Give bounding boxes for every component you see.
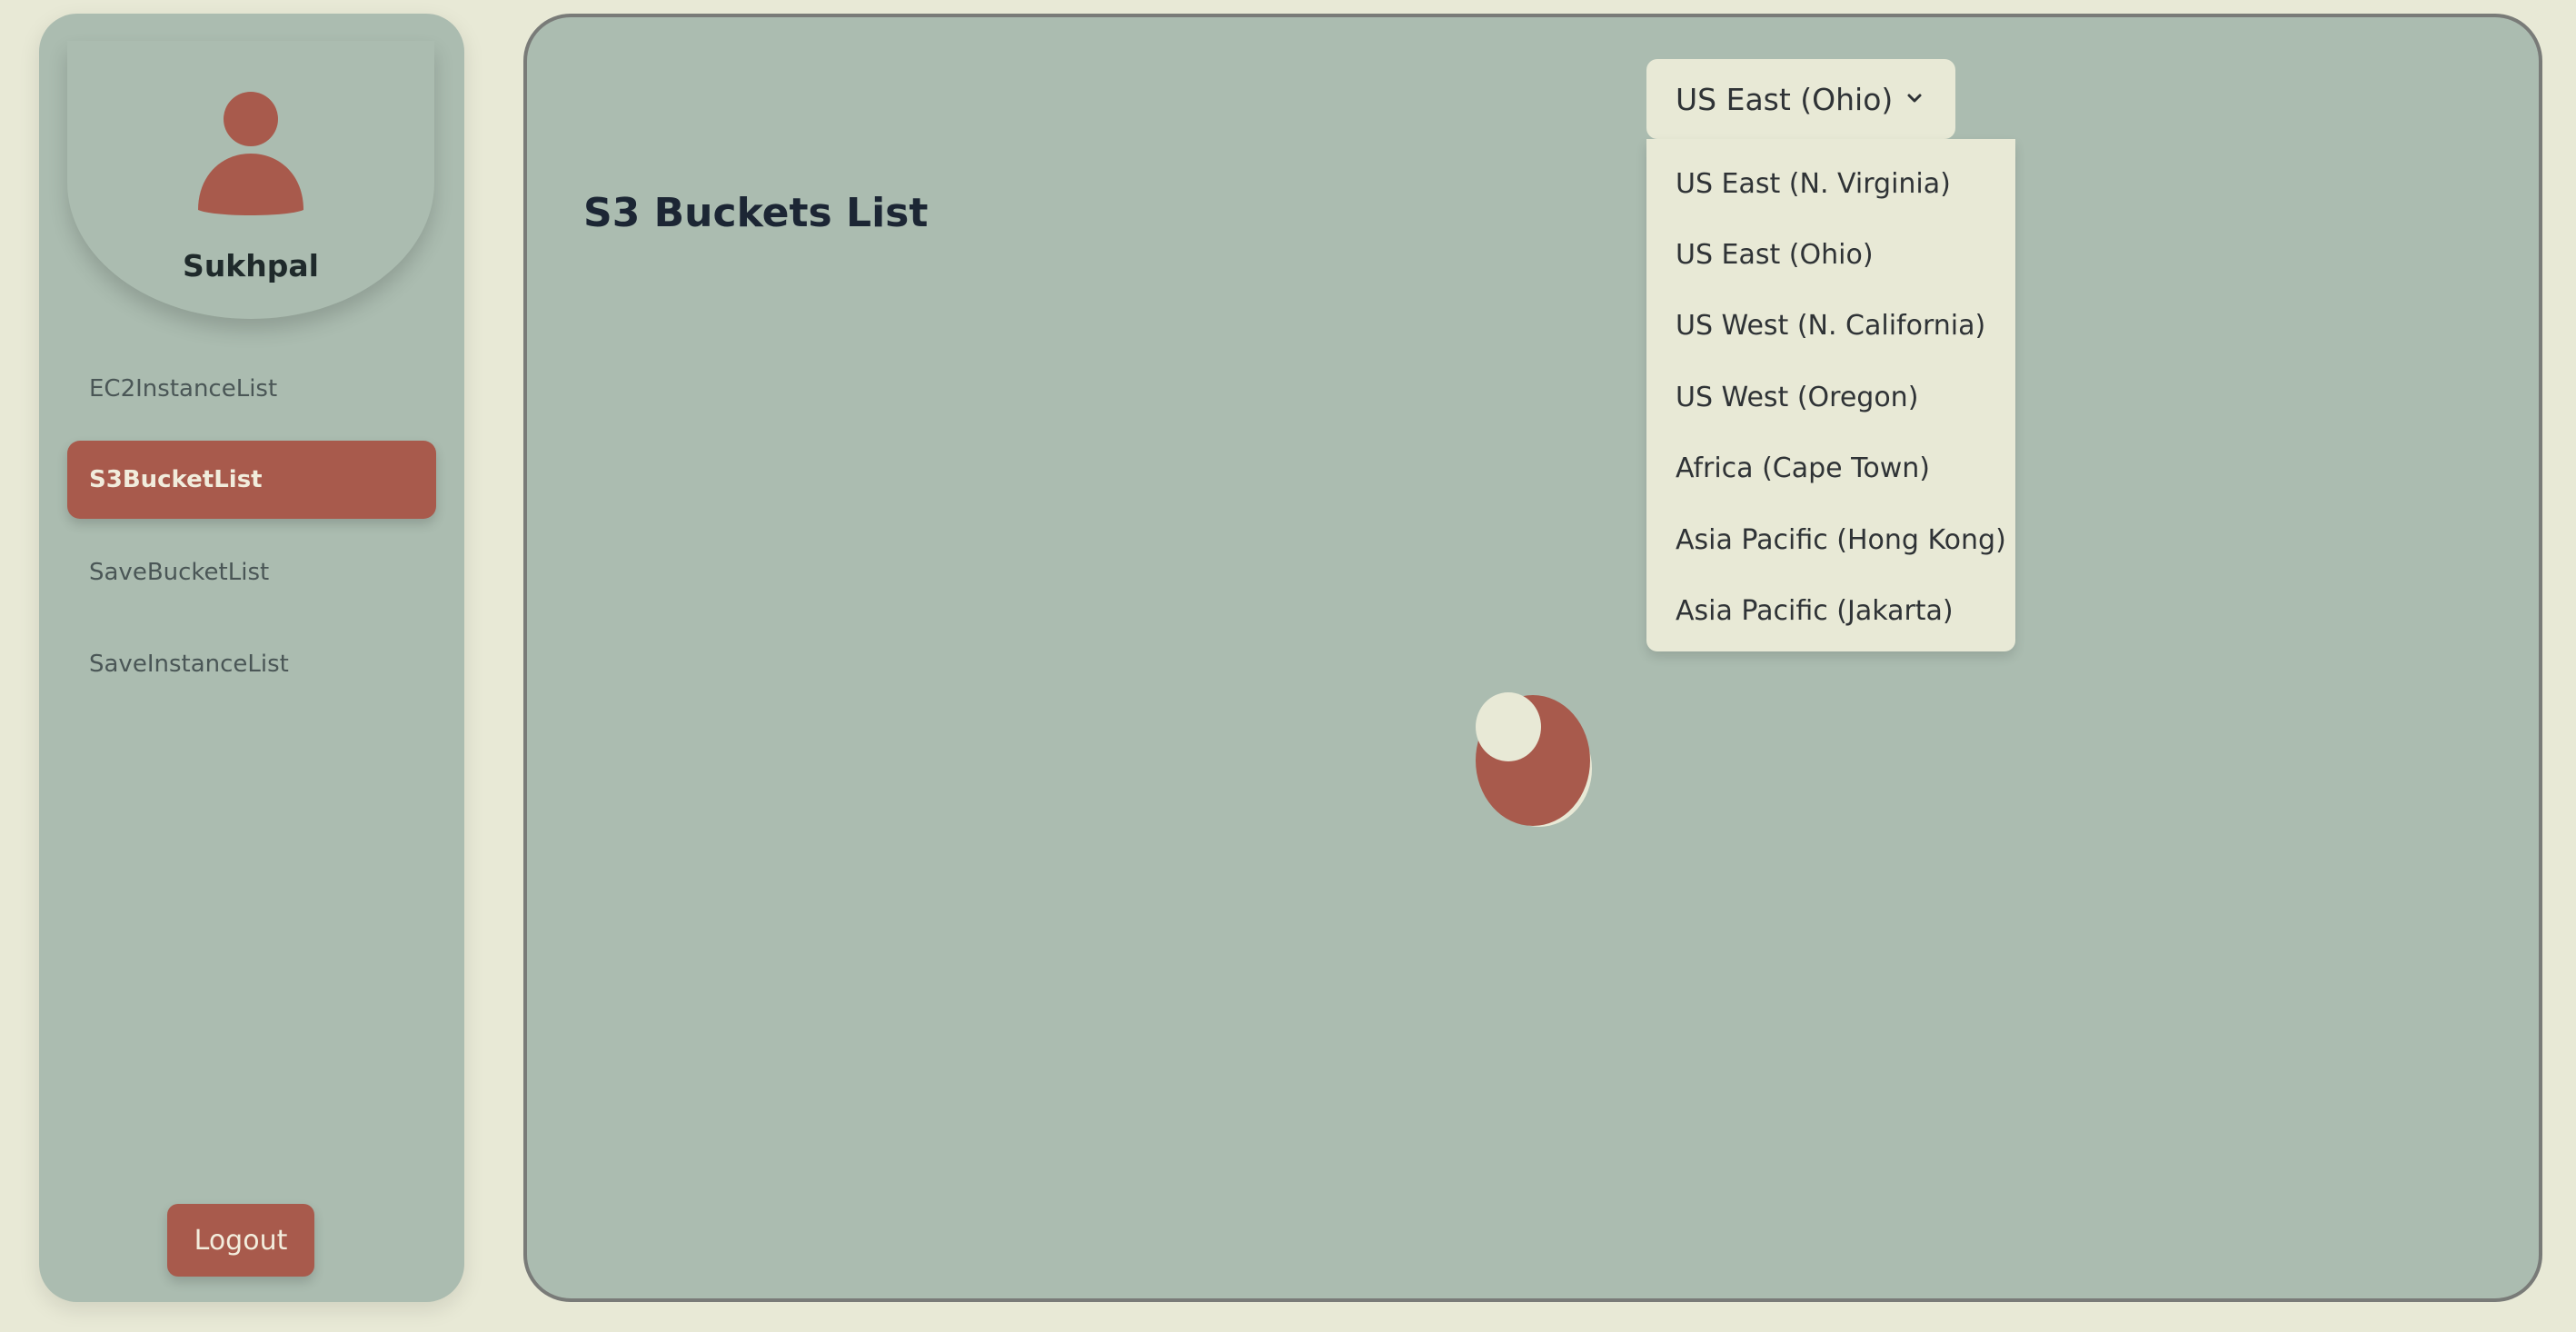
sidebar-item-ec2-instance-list[interactable]: EC2InstanceList [67, 350, 436, 428]
loading-spinner-icon [1476, 692, 1592, 827]
region-option[interactable]: Asia Pacific (Hong Kong) [1646, 504, 2015, 575]
username: Sukhpal [183, 248, 319, 283]
region-select-value: US East (Ohio) [1676, 81, 1894, 117]
region-option[interactable]: US West (Oregon) [1646, 362, 2015, 432]
profile-card: Sukhpal [67, 41, 434, 319]
region-option[interactable]: Africa (Cape Town) [1646, 433, 2015, 504]
sidebar-item-save-instance-list[interactable]: SaveInstanceList [67, 625, 436, 703]
chevron-down-icon [1907, 94, 1922, 103]
logout-button[interactable]: Logout [167, 1204, 314, 1277]
region-option[interactable]: US West (N. California) [1646, 291, 2015, 362]
region-select[interactable]: US East (Ohio) [1646, 59, 1955, 139]
sidebar: Sukhpal EC2InstanceList S3BucketList Sav… [39, 14, 464, 1302]
sidebar-item-s3-bucket-list[interactable]: S3BucketList [67, 441, 436, 519]
user-icon [198, 92, 303, 215]
region-option[interactable]: US East (Ohio) [1646, 219, 2015, 290]
sidebar-item-save-bucket-list[interactable]: SaveBucketList [67, 533, 436, 611]
main-panel: S3 Buckets List [523, 14, 2542, 1302]
region-dropdown-menu: US East (N. Virginia) US East (Ohio) US … [1646, 139, 2015, 651]
region-option[interactable]: Asia Pacific (Jakarta) [1646, 575, 2015, 646]
page-title: S3 Buckets List [583, 190, 929, 236]
region-option[interactable]: US East (N. Virginia) [1646, 148, 2015, 219]
